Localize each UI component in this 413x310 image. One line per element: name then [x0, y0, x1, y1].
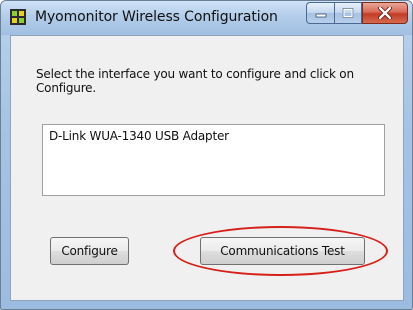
- title-bar[interactable]: Myomonitor Wireless Configuration: [1, 1, 412, 35]
- configure-button[interactable]: Configure: [50, 237, 129, 265]
- maximize-icon: [342, 8, 354, 18]
- minimize-icon: [315, 13, 326, 18]
- maximize-button[interactable]: [334, 2, 362, 24]
- minimize-button[interactable]: [306, 2, 334, 24]
- interface-list-item[interactable]: D-Link WUA-1340 USB Adapter: [49, 129, 229, 143]
- window-title: Myomonitor Wireless Configuration: [35, 9, 278, 25]
- instruction-text: Select the interface you want to configu…: [36, 67, 354, 95]
- close-icon: [378, 7, 392, 19]
- configuration-window: Myomonitor Wireless Configuration Select…: [0, 0, 413, 310]
- close-button[interactable]: [362, 2, 408, 24]
- caption-buttons: [306, 2, 408, 24]
- dialog-content: Select the interface you want to configu…: [10, 35, 404, 301]
- app-icon: [10, 9, 26, 25]
- communications-test-button[interactable]: Communications Test: [200, 237, 365, 265]
- interface-listbox[interactable]: D-Link WUA-1340 USB Adapter: [42, 124, 385, 196]
